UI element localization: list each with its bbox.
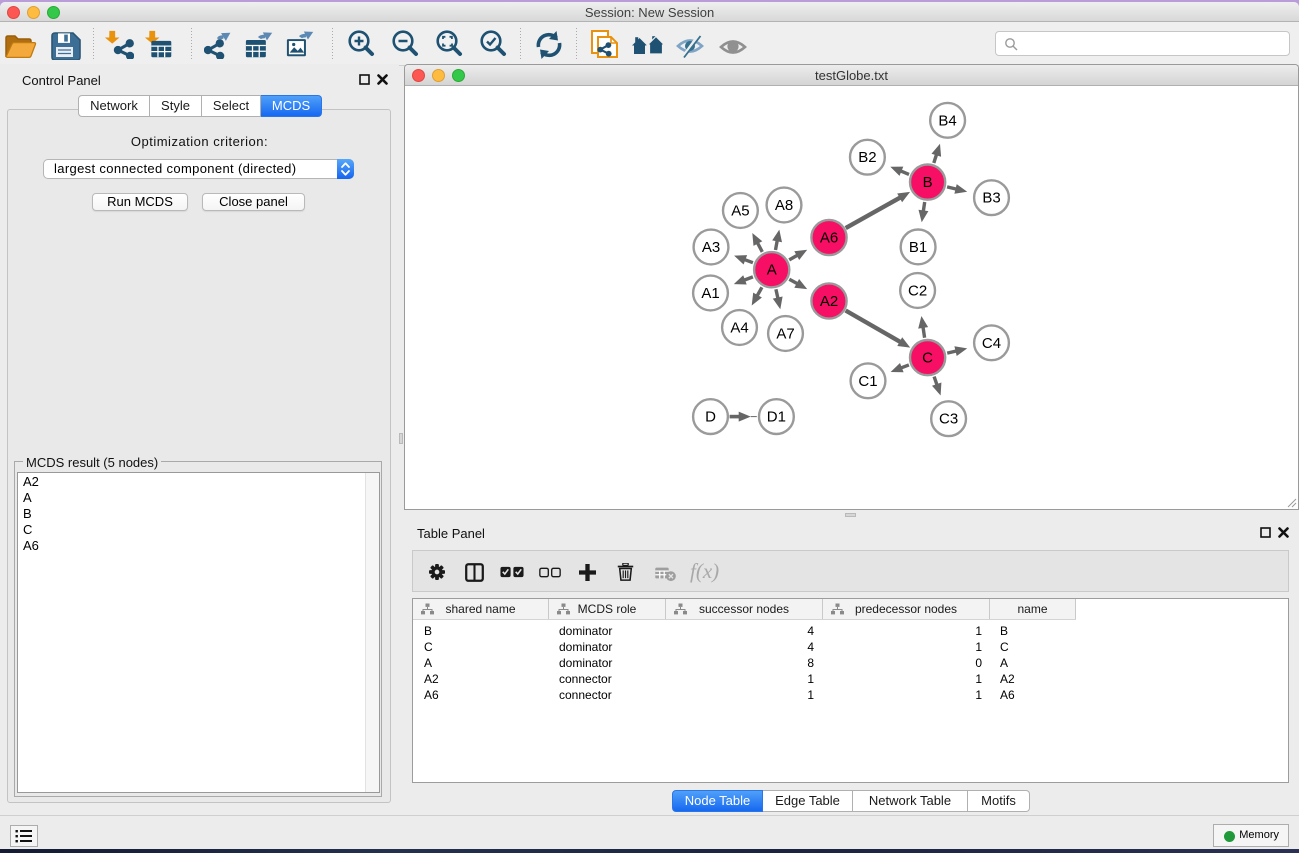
svg-text:C1: C1 — [858, 373, 877, 390]
svg-text:D1: D1 — [767, 409, 786, 426]
svg-text:A1: A1 — [701, 285, 719, 302]
svg-text:B1: B1 — [909, 239, 927, 256]
svg-text:A7: A7 — [776, 326, 794, 343]
svg-text:C4: C4 — [982, 335, 1001, 352]
svg-text:C3: C3 — [939, 411, 958, 428]
svg-text:B3: B3 — [982, 190, 1000, 207]
svg-text:C: C — [922, 350, 933, 367]
svg-text:A8: A8 — [775, 197, 793, 214]
svg-text:A2: A2 — [820, 293, 838, 310]
svg-text:B: B — [923, 174, 933, 191]
svg-text:A5: A5 — [731, 203, 749, 220]
svg-text:C2: C2 — [908, 283, 927, 300]
svg-text:B2: B2 — [858, 149, 876, 166]
svg-text:f(x): f(x) — [690, 561, 719, 583]
svg-text:A3: A3 — [702, 239, 720, 256]
svg-text:B4: B4 — [938, 112, 956, 129]
svg-text:D: D — [705, 409, 716, 426]
svg-text:A: A — [767, 262, 777, 279]
svg-text:A4: A4 — [730, 320, 748, 337]
svg-text:A6: A6 — [820, 230, 838, 247]
